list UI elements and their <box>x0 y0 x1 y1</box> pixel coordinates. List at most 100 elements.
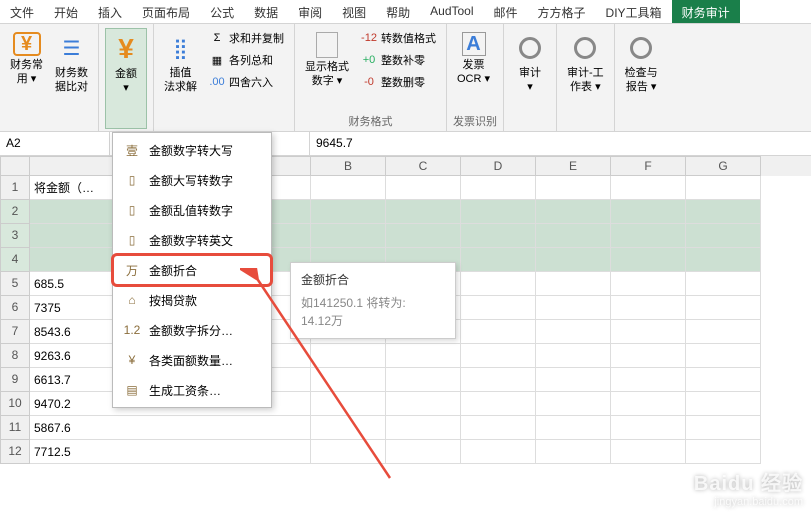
amount-dropdown-button[interactable]: ¥ 金额 ▾ <box>105 28 147 129</box>
dropdown-item[interactable]: ▯金额大写转数字 <box>113 165 271 195</box>
cell[interactable] <box>311 416 386 440</box>
name-box[interactable]: A2 <box>0 132 110 155</box>
cell[interactable] <box>461 200 536 224</box>
cell[interactable] <box>461 272 536 296</box>
cell[interactable] <box>611 248 686 272</box>
tab-view[interactable]: 视图 <box>332 0 376 23</box>
tab-ffgz[interactable]: 方方格子 <box>528 0 596 23</box>
dropdown-item[interactable]: 壹金额数字转大写 <box>113 135 271 165</box>
tab-file[interactable]: 文件 <box>0 0 44 23</box>
row-header[interactable]: 1 <box>0 176 30 200</box>
dropdown-item[interactable]: ▯金额乱值转数字 <box>113 195 271 225</box>
trim-zero-button[interactable]: -0整数删零 <box>357 72 440 92</box>
cell[interactable] <box>311 344 386 368</box>
row-header[interactable]: 4 <box>0 248 30 272</box>
cell[interactable] <box>611 176 686 200</box>
audit-sheet-button[interactable]: 审计-工 作表 ▾ <box>563 28 608 129</box>
cell[interactable] <box>461 248 536 272</box>
cell[interactable] <box>536 176 611 200</box>
cell[interactable] <box>611 440 686 464</box>
col-header-g[interactable]: G <box>686 156 761 176</box>
cell[interactable] <box>686 296 761 320</box>
cell[interactable] <box>311 392 386 416</box>
interpolation-button[interactable]: ⣿ 插值 法求解 <box>160 28 201 129</box>
tab-finance-audit[interactable]: 财务审计 <box>672 0 740 23</box>
sum-copy-button[interactable]: Σ求和并复制 <box>205 28 288 48</box>
cell[interactable] <box>536 440 611 464</box>
cell[interactable]: 7712.5 <box>30 440 311 464</box>
row-header[interactable]: 5 <box>0 272 30 296</box>
cell[interactable] <box>536 416 611 440</box>
cell[interactable] <box>686 200 761 224</box>
select-all-corner[interactable] <box>0 156 30 176</box>
tab-diy[interactable]: DIY工具箱 <box>596 0 672 23</box>
cell[interactable] <box>386 368 461 392</box>
cell[interactable] <box>686 416 761 440</box>
finance-common-button[interactable]: ¥ 财务常 用 ▾ <box>6 28 47 129</box>
col-header-d[interactable]: D <box>461 156 536 176</box>
cell[interactable] <box>386 392 461 416</box>
cell[interactable] <box>536 368 611 392</box>
cell[interactable] <box>611 296 686 320</box>
cell[interactable] <box>536 272 611 296</box>
row-header[interactable]: 8 <box>0 344 30 368</box>
cell[interactable] <box>536 248 611 272</box>
cell[interactable] <box>386 200 461 224</box>
col-sum-button[interactable]: ▦各列总和 <box>205 50 288 70</box>
cell[interactable] <box>461 416 536 440</box>
cell[interactable] <box>386 416 461 440</box>
row-header[interactable]: 7 <box>0 320 30 344</box>
cell[interactable] <box>611 200 686 224</box>
tab-review[interactable]: 审阅 <box>288 0 332 23</box>
tab-layout[interactable]: 页面布局 <box>132 0 200 23</box>
display-format-button[interactable]: 显示格式 数字 ▾ <box>301 28 353 111</box>
to-number-format-button[interactable]: -12转数值格式 <box>357 28 440 48</box>
row-header[interactable]: 6 <box>0 296 30 320</box>
cell[interactable] <box>536 296 611 320</box>
cell[interactable] <box>461 296 536 320</box>
row-header[interactable]: 9 <box>0 368 30 392</box>
cell[interactable] <box>686 392 761 416</box>
dropdown-item[interactable]: ▤生成工资条… <box>113 375 271 405</box>
cell[interactable] <box>461 320 536 344</box>
audit-button[interactable]: 审计 ▾ <box>510 28 550 129</box>
tab-audtool[interactable]: AudTool <box>420 0 483 23</box>
cell[interactable] <box>386 344 461 368</box>
tab-mail[interactable]: 邮件 <box>484 0 528 23</box>
formula-value[interactable]: 9645.7 <box>310 132 811 155</box>
cell[interactable] <box>311 224 386 248</box>
row-header[interactable]: 12 <box>0 440 30 464</box>
row-header[interactable]: 10 <box>0 392 30 416</box>
row-header[interactable]: 2 <box>0 200 30 224</box>
check-report-button[interactable]: 检查与 报告 ▾ <box>621 28 662 129</box>
dropdown-item[interactable]: 1.2金额数字拆分… <box>113 315 271 345</box>
cell[interactable] <box>686 440 761 464</box>
cell[interactable] <box>611 368 686 392</box>
col-header-f[interactable]: F <box>611 156 686 176</box>
dropdown-item[interactable]: ⌂按揭贷款 <box>113 285 271 315</box>
col-header-c[interactable]: C <box>386 156 461 176</box>
cell[interactable] <box>536 320 611 344</box>
cell[interactable] <box>461 368 536 392</box>
dropdown-item[interactable]: 万金额折合 <box>113 255 271 285</box>
cell[interactable] <box>686 248 761 272</box>
tab-formula[interactable]: 公式 <box>200 0 244 23</box>
cell[interactable] <box>461 440 536 464</box>
cell[interactable] <box>386 176 461 200</box>
cell[interactable] <box>686 272 761 296</box>
row-header[interactable]: 3 <box>0 224 30 248</box>
round-button[interactable]: .00四舍六入 <box>205 72 288 92</box>
col-header-e[interactable]: E <box>536 156 611 176</box>
cell[interactable] <box>386 224 461 248</box>
dropdown-item[interactable]: ¥各类面额数量… <box>113 345 271 375</box>
tab-data[interactable]: 数据 <box>244 0 288 23</box>
cell[interactable] <box>686 176 761 200</box>
cell[interactable] <box>461 392 536 416</box>
cell[interactable] <box>536 392 611 416</box>
col-header-b[interactable]: B <box>311 156 386 176</box>
cell[interactable] <box>611 416 686 440</box>
cell[interactable] <box>461 344 536 368</box>
cell[interactable] <box>311 176 386 200</box>
cell[interactable] <box>686 320 761 344</box>
cell[interactable] <box>311 440 386 464</box>
